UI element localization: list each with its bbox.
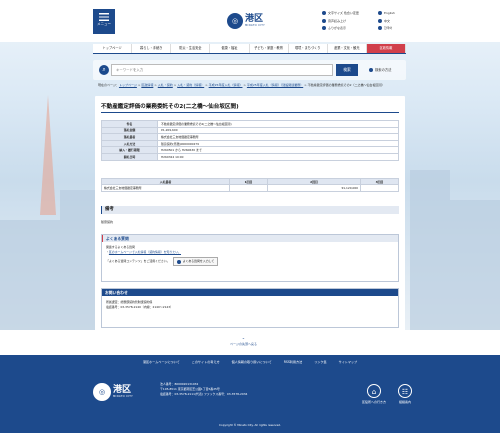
remarks-heading: 備考 <box>101 206 399 214</box>
page-top-link[interactable]: ⌃ ページの先頭へ戻る <box>230 338 257 347</box>
search-icon: ⌕ <box>99 65 109 75</box>
footer-logo: ◎ 港区 MINATO CITY <box>93 383 133 401</box>
main-content: 不動産鑑定評価の業務委託その2(二之橋～仙台坂区間) 件名 不動産鑑定評価の業務委… <box>95 96 405 346</box>
minato-emblem-icon: ◎ <box>227 13 243 29</box>
text-size-icon <box>322 11 326 15</box>
speech-link[interactable]: 音声読み上げ <box>322 18 359 26</box>
utility-links-left: 文字サイズ 色合い変更 音声読み上げ ふりがな表示 <box>322 10 359 33</box>
font-color-link[interactable]: 文字サイズ 色合い変更 <box>322 10 359 18</box>
site-header: メニュー ◎ 港区 MINATO CITY 文字サイズ 色合い変更 音声読み上げ… <box>0 0 500 42</box>
footer-icons: ⌂ 区役所への行き方 ☷ 組織案内 <box>362 384 413 404</box>
gnav-health[interactable]: 健康・福祉 <box>210 44 250 53</box>
table-row: 株式会社三友地価鑑定事務所 ¥1,120,000 <box>101 184 399 192</box>
faq-search-button[interactable]: よくある質問を入力して <box>172 257 219 266</box>
lang-korean[interactable]: 한국어 <box>378 25 395 33</box>
fnav-sitemap[interactable]: サイトマップ <box>333 355 364 369</box>
gnav-industry[interactable]: 産業・文化・観光 <box>328 44 367 53</box>
gnav-children[interactable]: 子ども・家庭・教育 <box>250 44 289 53</box>
fnav-privacy[interactable]: 個人情報の取り扱いについて <box>226 355 278 369</box>
faq-heading: よくある質問 <box>102 235 398 242</box>
site-footer: ◎ 港区 MINATO CITY 法人番号：8000020131032 〒105… <box>0 369 500 433</box>
page-title: 不動産鑑定評価の業務委託その2(二之橋～仙台坂区間) <box>101 102 399 113</box>
footer-info: 法人番号：8000020131032 〒105-8511 東京都港区芝公園1丁目… <box>160 382 248 396</box>
copyright: Copyright © Minato City. All rights rese… <box>219 423 281 427</box>
crumb-current: 不動産鑑定評価の業務委託その2（二之橋～仙台坂区間） <box>307 83 385 87</box>
gnav-living[interactable]: 暮らし・手続き <box>132 44 172 53</box>
logo-jp: 港区 <box>245 14 264 24</box>
faq-search-label: 「よくある質問コンテンツ」をご活用ください。 <box>106 259 170 263</box>
table-row: 納入・履行期限 H260501 から H260630 まで <box>101 146 399 154</box>
footer-nav: 港区ホームページについて このサイトの考え方 個人情報の取り扱いについて RSS… <box>0 355 500 369</box>
table-row: 開札日時 H260324 10:00 <box>101 152 399 161</box>
crumb-bid-info[interactable]: 入札・契約（情報） <box>177 83 204 87</box>
globe-icon <box>378 18 382 23</box>
contact-heading: お問い合わせ <box>102 289 398 296</box>
table-row: 落札金額 ¥1,209,600 <box>101 126 399 135</box>
fnav-rss[interactable]: RSS利用方法 <box>278 355 308 369</box>
table-row: 入札方法 随意契約(見積)0000000279 <box>101 139 399 148</box>
furigana-icon <box>322 26 326 30</box>
crumb-top[interactable]: トップページ <box>119 83 137 87</box>
faq-link[interactable]: 区のホームページで入札情報（契約情報）を知りたい。 <box>109 250 181 254</box>
faq-section: よくある質問 関連するよくある質問 ・区のホームページで入札情報（契約情報）を知… <box>101 234 399 282</box>
menu-button[interactable]: メニュー <box>93 9 115 34</box>
gnav-top[interactable]: トップページ <box>93 44 133 53</box>
gnav-government[interactable]: 区政情報 <box>366 44 406 53</box>
globe-icon <box>378 26 382 30</box>
fnav-policy[interactable]: このサイトの考え方 <box>186 355 226 369</box>
crumb-h25[interactable]: 平成25年度入札（情報） <box>209 83 243 87</box>
crumb-h25-construction[interactable]: 平成25年度入札（情報）（建設関連業務） <box>247 83 303 87</box>
access-link[interactable]: ⌂ 区役所への行き方 <box>362 384 386 404</box>
language-links: English 中文 한국어 <box>378 10 395 33</box>
gnav-environment[interactable]: 環境・まちづくり <box>289 44 328 53</box>
organization-link[interactable]: ☷ 組織案内 <box>398 384 413 404</box>
fnav-about[interactable]: 港区ホームページについて <box>137 355 186 369</box>
table-row: 件名 不動産鑑定評価の業務委託その2(二之橋～仙台坂区間) <box>101 120 399 128</box>
menu-label: メニュー <box>97 22 111 26</box>
hamburger-icon <box>99 13 109 21</box>
bid-results-table: 入札業者 1回目 2回目 3回目 株式会社三友地価鑑定事務所 ¥1,120,00… <box>101 178 399 192</box>
contact-section: お問い合わせ 所属課室：総務部契約管財課契約係 電話番号：03-3578-214… <box>101 288 399 328</box>
lang-english[interactable]: English <box>378 10 395 18</box>
search-bar: ⌕ 検索 検索の方法 <box>93 60 406 80</box>
building-icon: ⌂ <box>367 384 381 398</box>
table-row: 落札業者 株式会社三友地価鑑定事務所 <box>101 133 399 141</box>
search-input[interactable] <box>111 64 333 76</box>
speaker-icon <box>322 18 326 23</box>
site-logo[interactable]: ◎ 港区 MINATO CITY <box>227 10 265 32</box>
gnav-safety[interactable]: 防災・生活安全 <box>171 44 211 53</box>
global-nav: トップページ 暮らし・手続き 防災・生活安全 健康・福祉 子ども・家庭・教育 環… <box>93 44 406 54</box>
question-icon <box>176 259 181 264</box>
search-help-link[interactable]: 検索の方法 <box>369 66 391 74</box>
remarks-text: 随意契約 <box>101 220 114 224</box>
tokyo-tower-image <box>40 95 56 215</box>
furigana-link[interactable]: ふりがな表示 <box>322 25 359 33</box>
globe-icon <box>378 11 382 15</box>
organization-icon: ☷ <box>398 384 413 398</box>
contact-tel: 電話番号：03-3578-2140（内線：2140～2143） <box>106 305 173 309</box>
info-icon <box>369 68 373 72</box>
minato-emblem-icon: ◎ <box>93 383 111 401</box>
crumb-gov[interactable]: 区政情報 <box>141 83 153 87</box>
search-button[interactable]: 検索 <box>336 64 358 76</box>
lang-chinese[interactable]: 中文 <box>378 18 395 26</box>
logo-en: MINATO CITY <box>245 24 266 27</box>
contract-info-table: 件名 不動産鑑定評価の業務委託その2(二之橋～仙台坂区間) 落札金額 ¥1,209,… <box>101 120 399 161</box>
crumb-bid[interactable]: 入札・契約 <box>158 83 173 87</box>
breadcrumb: 現在のページ：トップページ > 区政情報 > 入札・契約 > 入札・契約（情報）… <box>98 83 385 87</box>
fnav-links[interactable]: リンク集 <box>308 355 332 369</box>
